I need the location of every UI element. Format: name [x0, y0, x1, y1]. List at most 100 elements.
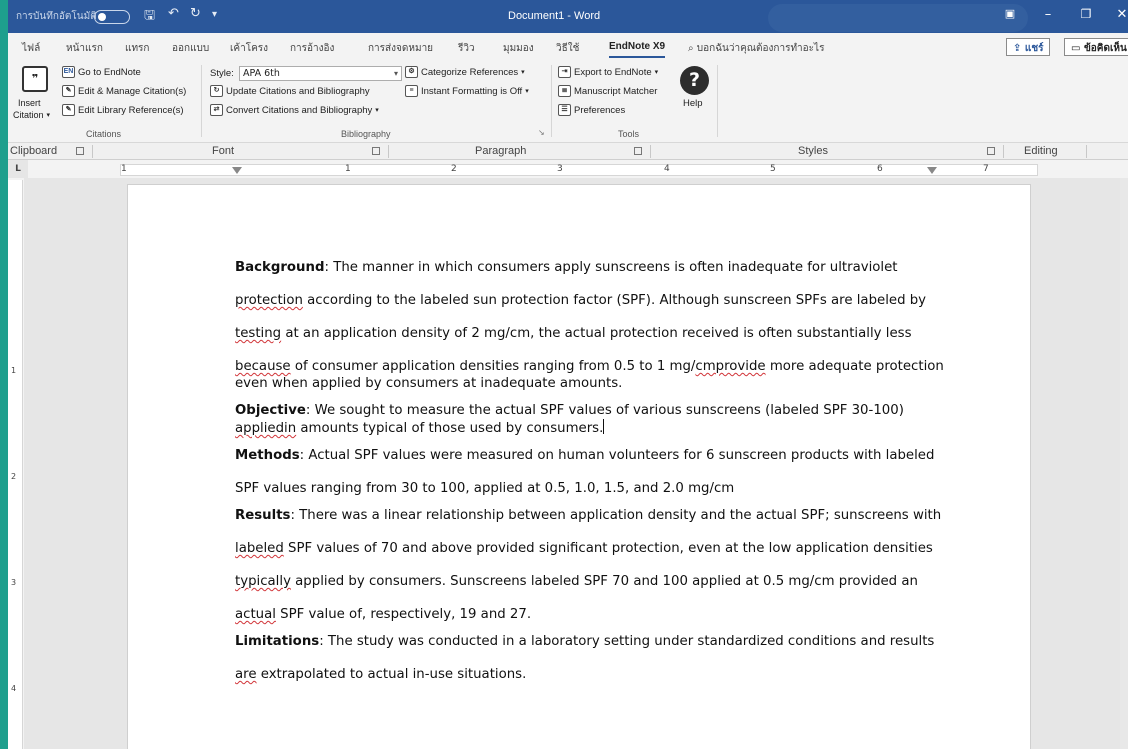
- paragraph-launcher-icon[interactable]: [634, 147, 642, 155]
- objective-paragraph[interactable]: Objective: We sought to measure the actu…: [235, 402, 935, 437]
- export-to-endnote-button[interactable]: ⇥ Export to EndNote ▾: [558, 66, 658, 78]
- spelling-error[interactable]: are: [235, 667, 257, 682]
- horizontal-ruler[interactable]: 1 1 2 3 4 5 6 7: [120, 164, 1038, 176]
- font-group[interactable]: Font: [212, 145, 234, 157]
- ribbon-tabs: ไฟล์ หน้าแรก แทรก ออกแบบ เค้าโครง การอ้า…: [8, 33, 1128, 59]
- go-to-endnote-button[interactable]: EN Go to EndNote: [62, 66, 141, 78]
- chevron-down-icon: ▾: [375, 107, 379, 114]
- tab-view[interactable]: มุมมอง: [503, 41, 534, 56]
- update-citations-button[interactable]: ↻ Update Citations and Bibliography: [210, 85, 370, 97]
- help-icon[interactable]: ?: [680, 66, 709, 95]
- background-paragraph[interactable]: Background: The manner in which consumer…: [235, 259, 944, 392]
- text-line: SPF values ranging from 30 to 100, appli…: [235, 480, 935, 497]
- comments-button[interactable]: ▭ ข้อคิดเห็น: [1064, 38, 1128, 56]
- text-run: SPF value of, respectively, 19 and 27.: [275, 607, 532, 622]
- text-line: Limitations: The study was conducted in …: [235, 633, 935, 650]
- insert-citation-icon[interactable]: ❞: [22, 66, 48, 92]
- style-select[interactable]: APA 6th ▾: [239, 66, 402, 81]
- ruler-number: 5: [770, 164, 776, 174]
- methods-paragraph[interactable]: Methods: Actual SPF values were measured…: [235, 447, 935, 497]
- insert-citation-label-2[interactable]: Citation ▾: [13, 110, 50, 120]
- spelling-error[interactable]: protection: [235, 293, 303, 308]
- ruler-number: 3: [11, 578, 17, 587]
- spelling-error[interactable]: labeled: [235, 541, 284, 556]
- group-separator: [650, 145, 651, 158]
- instant-formatting-button[interactable]: ≡ Instant Formatting is Off ▾: [405, 85, 529, 97]
- tab-file[interactable]: ไฟล์: [22, 41, 40, 56]
- group-separator: [92, 145, 93, 158]
- clipboard-launcher-icon[interactable]: [76, 147, 84, 155]
- document-canvas: Background: The manner in which consumer…: [24, 178, 1128, 749]
- tell-me-text: บอกฉันว่าคุณต้องการทำอะไร: [696, 43, 825, 54]
- minimize-icon[interactable]: –: [1038, 7, 1058, 22]
- tab-review[interactable]: รีวิว: [458, 41, 475, 56]
- ribbon-endnote: ❞ Insert Citation ▾ EN Go to EndNote ✎ Edit…: [8, 59, 1128, 143]
- tab-design[interactable]: ออกแบบ: [172, 41, 209, 56]
- comment-icon: ▭: [1071, 43, 1084, 54]
- spelling-error[interactable]: appliedin: [235, 421, 296, 436]
- group-separator: [1086, 145, 1087, 158]
- undo-icon[interactable]: ↶: [168, 6, 179, 21]
- style-value: APA 6th: [243, 68, 280, 79]
- redo-icon[interactable]: ↻: [190, 6, 201, 21]
- tab-references[interactable]: การอ้างอิง: [290, 41, 334, 56]
- text-run: of consumer application densities rangin…: [290, 359, 696, 374]
- edit-library-reference-button[interactable]: ✎ Edit Library Reference(s): [62, 104, 184, 116]
- first-line-indent-marker[interactable]: [232, 167, 242, 174]
- customize-qat-icon[interactable]: ▾: [212, 9, 217, 20]
- document-page[interactable]: Background: The manner in which consumer…: [127, 184, 1031, 749]
- styles-group[interactable]: Styles: [798, 145, 828, 157]
- limitations-paragraph[interactable]: Limitations: The study was conducted in …: [235, 633, 935, 683]
- editing-group[interactable]: Editing: [1024, 145, 1058, 157]
- tab-home[interactable]: หน้าแรก: [66, 41, 103, 56]
- insert-citation-label[interactable]: Insert: [18, 98, 41, 108]
- spelling-error[interactable]: cmprovide: [695, 359, 765, 374]
- spelling-error[interactable]: actual: [235, 607, 276, 622]
- tab-layout[interactable]: เค้าโครง: [230, 41, 268, 56]
- tab-mailings[interactable]: การส่งจดหมาย: [368, 41, 433, 56]
- manuscript-matcher-button[interactable]: ≣ Manuscript Matcher: [558, 85, 657, 97]
- text-run: at an application density of 2 mg/cm, th…: [281, 326, 912, 341]
- go-to-endnote-label: Go to EndNote: [78, 66, 141, 78]
- styles-launcher-icon[interactable]: [987, 147, 995, 155]
- right-indent-marker[interactable]: [927, 167, 937, 174]
- categorize-references-button[interactable]: ⚙ Categorize References ▾: [405, 66, 525, 78]
- spelling-error[interactable]: because: [235, 359, 291, 374]
- spelling-error[interactable]: testing: [235, 326, 281, 341]
- ribbon-display-icon[interactable]: ▣: [1000, 7, 1020, 20]
- tab-insert[interactable]: แทรก: [125, 41, 149, 56]
- restore-icon[interactable]: ❐: [1076, 7, 1096, 21]
- save-icon[interactable]: 🖫: [144, 6, 155, 28]
- autosave-toggle[interactable]: [94, 10, 130, 24]
- close-icon[interactable]: ✕: [1112, 7, 1128, 22]
- instant-formatting-label: Instant Formatting is Off: [421, 85, 523, 97]
- tell-me-search[interactable]: ⌕ บอกฉันว่าคุณต้องการทำอะไร: [688, 41, 824, 56]
- text-run: more adequate protection: [765, 359, 944, 374]
- convert-citations-button[interactable]: ⇄ Convert Citations and Bibliography ▾: [210, 104, 379, 116]
- font-launcher-icon[interactable]: [372, 147, 380, 155]
- ruler-number: 4: [664, 164, 670, 174]
- tab-help[interactable]: วิธีใช้: [556, 41, 579, 56]
- bibliography-launcher-icon[interactable]: ↘: [538, 128, 545, 137]
- comments-label: ข้อคิดเห็น: [1083, 43, 1127, 54]
- spelling-error[interactable]: typically: [235, 574, 291, 589]
- share-button[interactable]: ⇪ แชร์: [1006, 38, 1051, 56]
- text-run: : The study was conducted in a laborator…: [319, 634, 935, 649]
- help-label[interactable]: Help: [683, 98, 703, 109]
- group-separator: [201, 65, 202, 137]
- text-run: SPF values of 70 and above provided sign…: [283, 541, 933, 556]
- update-citations-label: Update Citations and Bibliography: [226, 85, 370, 97]
- tab-selector[interactable]: L: [8, 160, 28, 178]
- preferences-button[interactable]: ☰ Preferences: [558, 104, 625, 116]
- results-heading: Results: [235, 508, 291, 523]
- vertical-ruler[interactable]: 1 2 3 4: [8, 180, 23, 749]
- bibliography-group-label: Bibliography: [341, 129, 391, 139]
- tab-endnote[interactable]: EndNote X9: [609, 41, 666, 58]
- edit-manage-citations-button[interactable]: ✎ Edit & Manage Citation(s): [62, 85, 186, 97]
- vertical-scrollbar[interactable]: [1120, 178, 1128, 749]
- document-body[interactable]: Background: The manner in which consumer…: [235, 259, 944, 693]
- paragraph-group[interactable]: Paragraph: [475, 145, 526, 157]
- results-paragraph[interactable]: Results: There was a linear relationship…: [235, 507, 941, 623]
- ruler-number: 1: [11, 366, 17, 375]
- clipboard-group[interactable]: Clipboard: [10, 145, 57, 157]
